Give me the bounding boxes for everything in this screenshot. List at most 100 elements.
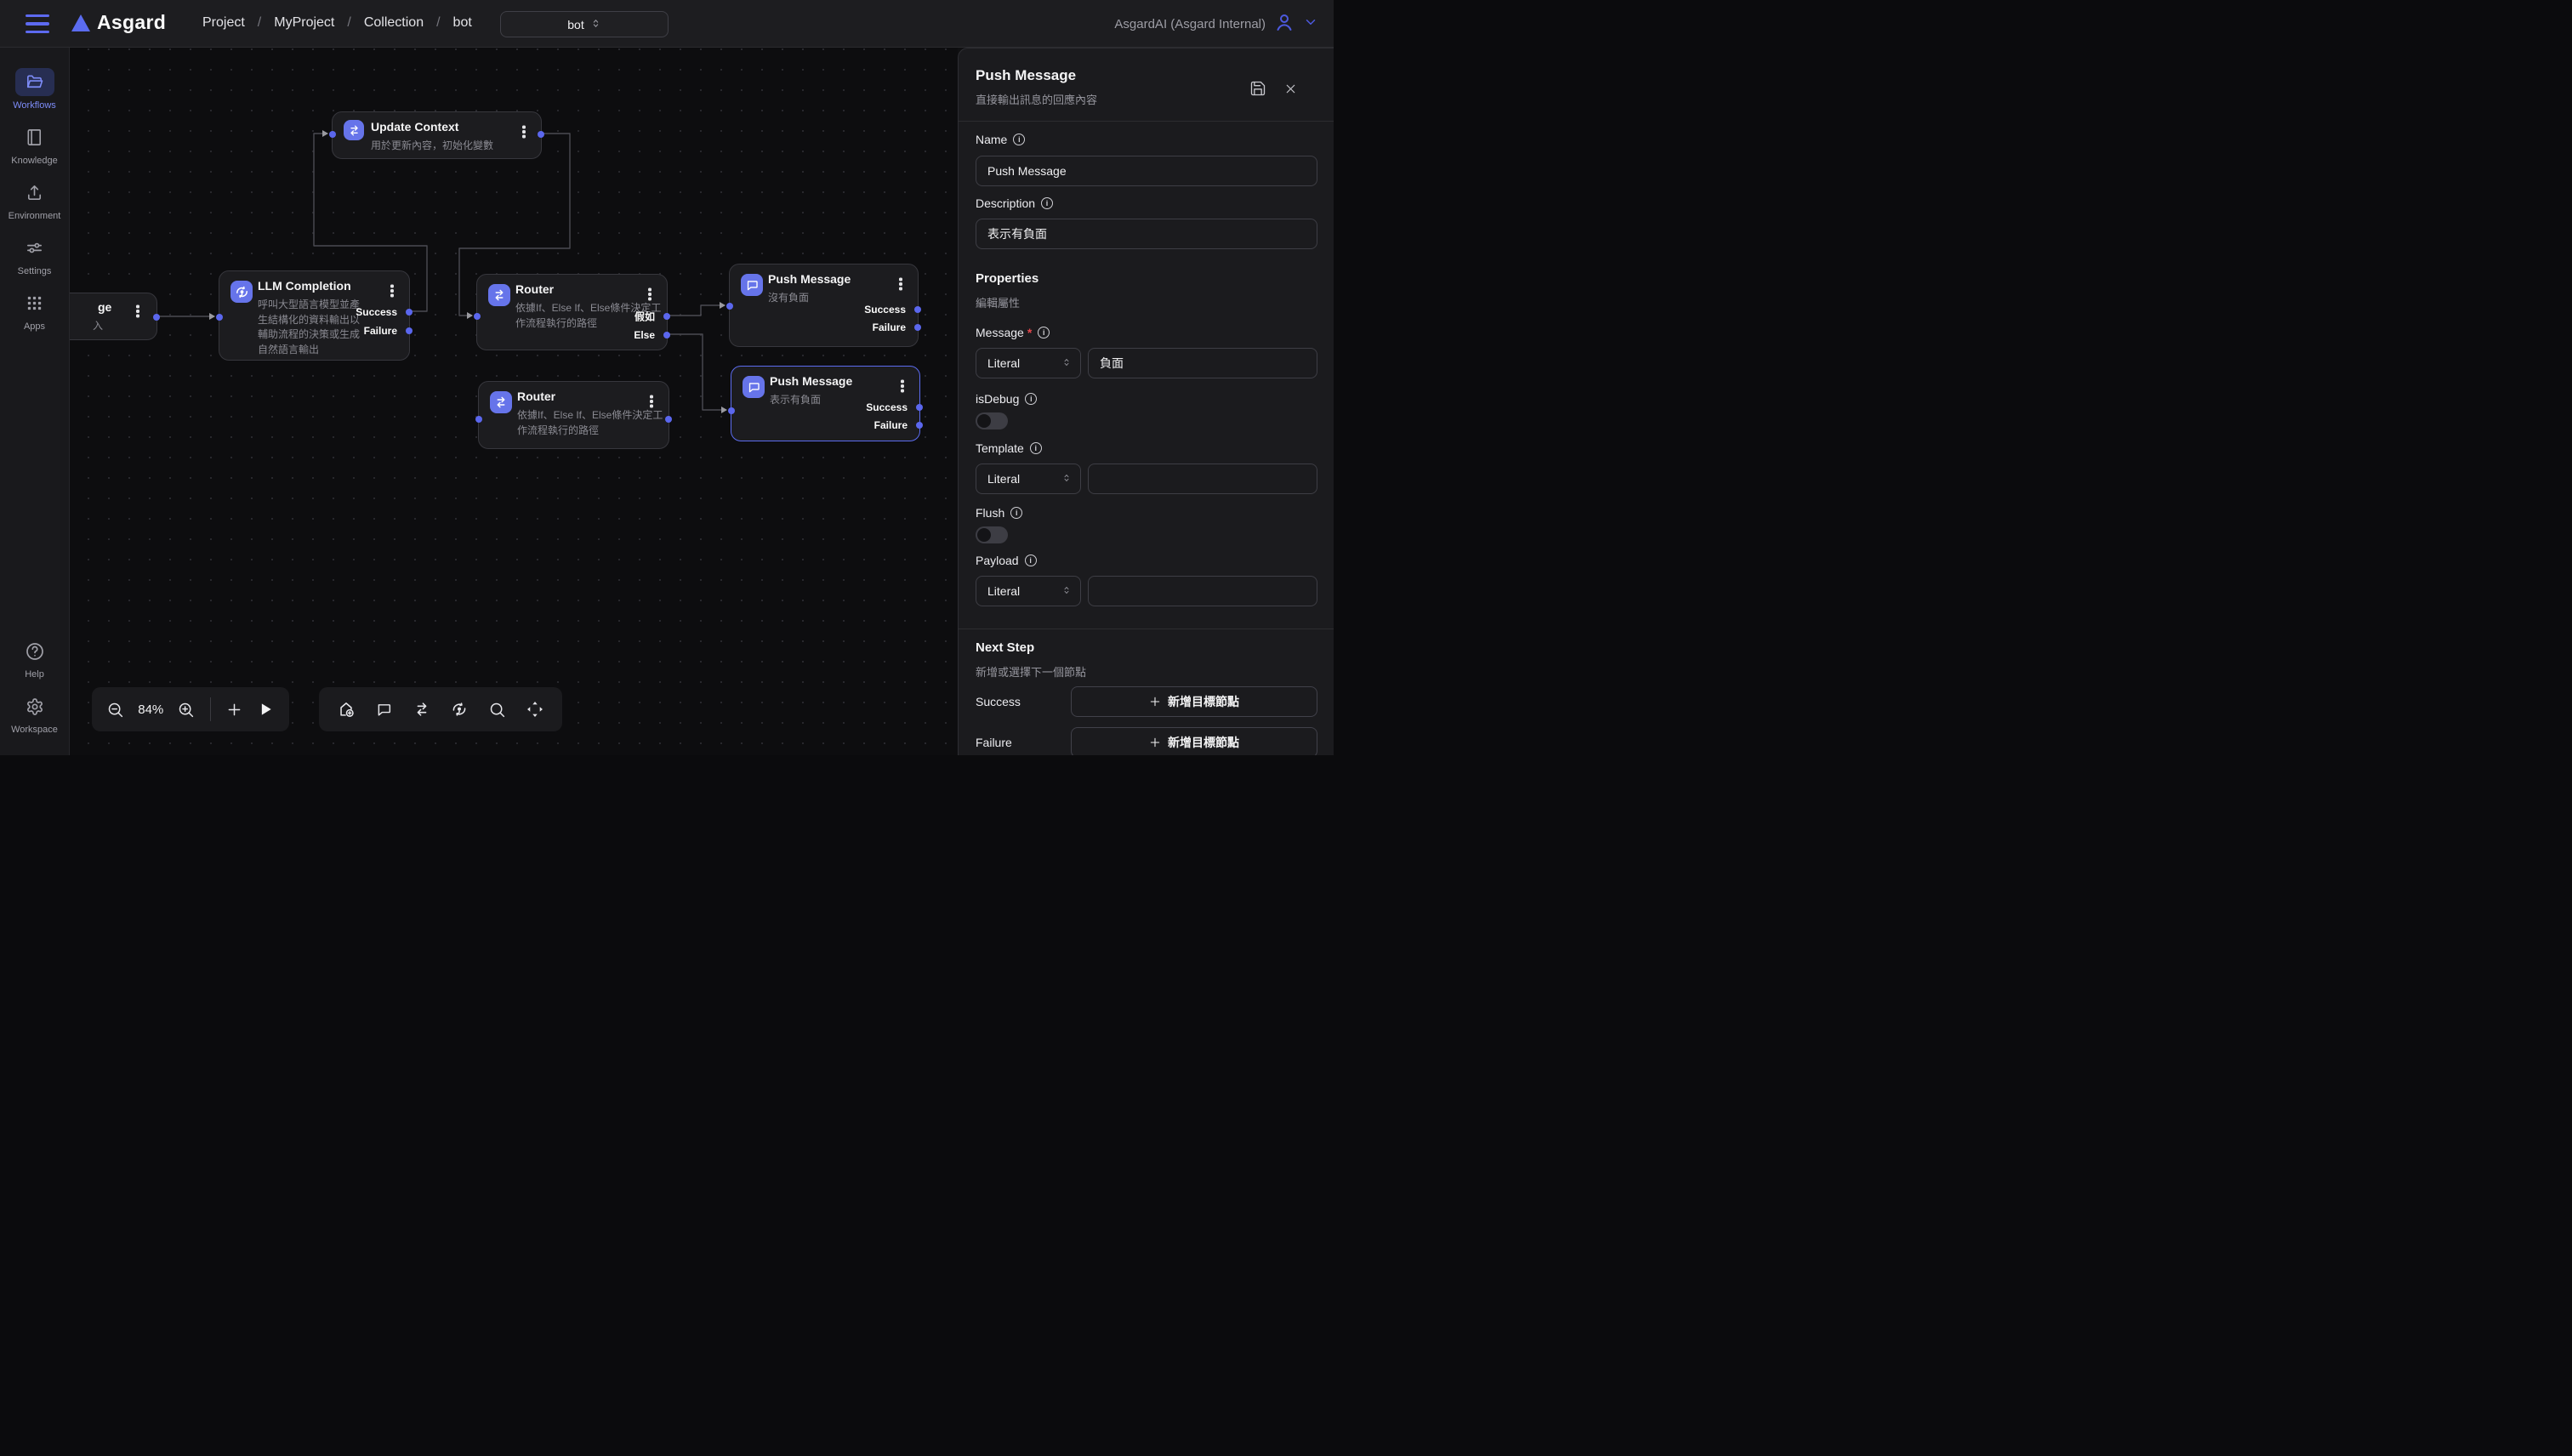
kebab-menu-icon[interactable]: [517, 124, 531, 139]
next-step-heading: Next Step: [976, 640, 1034, 655]
node-push-message-2[interactable]: Push Message 表示有負面 Success Failure: [731, 366, 920, 441]
info-icon[interactable]: [1013, 134, 1025, 145]
input-port[interactable]: [474, 313, 481, 320]
else-port[interactable]: [663, 332, 670, 338]
output-port[interactable]: [665, 416, 672, 423]
run-workflow-icon[interactable]: [254, 697, 277, 722]
success-port[interactable]: [914, 306, 921, 313]
node-clipped-message[interactable]: ge 入: [70, 293, 157, 340]
workflow-select[interactable]: bot: [500, 11, 669, 37]
sidebar-item-help[interactable]: Help: [2, 637, 68, 680]
flush-toggle[interactable]: [976, 526, 1008, 543]
breadcrumb-project[interactable]: Project: [202, 15, 245, 31]
node-router-1[interactable]: Router 依據If、Else If、Else條件決定工作流程執行的路徑 假如…: [476, 274, 668, 350]
sidebar-item-workflows[interactable]: Workflows: [2, 68, 68, 111]
failure-port[interactable]: [914, 324, 921, 331]
template-value-input[interactable]: [1088, 464, 1317, 494]
info-icon[interactable]: [1010, 507, 1022, 519]
breadcrumb-collection[interactable]: Collection: [364, 15, 424, 31]
llm-bulb-icon: [230, 281, 253, 303]
zoom-in-icon[interactable]: [174, 697, 197, 722]
failure-port[interactable]: [916, 422, 923, 429]
gear-icon: [15, 692, 54, 720]
sidebar-item-settings[interactable]: Settings: [2, 234, 68, 276]
node-llm-completion[interactable]: LLM Completion 呼叫大型語言模型並產生結構化的資料輸出以輔助流程的…: [219, 270, 410, 361]
panel-title: Push Message: [976, 67, 1076, 84]
template-type-select[interactable]: Literal: [976, 464, 1081, 494]
output-port[interactable]: [153, 314, 160, 321]
app-window: Asgard Project / MyProject / Collection …: [0, 0, 1334, 755]
kebab-menu-icon[interactable]: [645, 394, 658, 409]
failure-port[interactable]: [406, 327, 413, 334]
breadcrumb: Project / MyProject / Collection / bot: [202, 15, 472, 31]
isdebug-toggle[interactable]: [976, 412, 1008, 429]
toolbar-divider: [210, 697, 211, 721]
sidebar-item-workspace[interactable]: Workspace: [2, 692, 68, 735]
description-input[interactable]: 表示有負面: [976, 219, 1317, 249]
sidebar-item-knowledge[interactable]: Knowledge: [2, 123, 68, 166]
breadcrumb-myproject[interactable]: MyProject: [274, 15, 334, 31]
move-navigate-icon[interactable]: [522, 697, 548, 722]
apps-grid-icon: [15, 289, 54, 317]
breadcrumb-separator: /: [347, 15, 350, 31]
input-port[interactable]: [728, 407, 735, 414]
output-port[interactable]: [538, 131, 544, 138]
chevron-down-icon[interactable]: [1303, 14, 1318, 34]
message-type-select[interactable]: Literal: [976, 348, 1081, 378]
info-icon[interactable]: [1025, 555, 1037, 566]
node-push-message-1[interactable]: Push Message 沒有負面 Success Failure: [729, 264, 919, 347]
add-icon[interactable]: [222, 697, 245, 722]
input-port[interactable]: [726, 303, 733, 310]
input-port[interactable]: [329, 131, 336, 138]
success-port[interactable]: [406, 309, 413, 316]
kebab-menu-icon[interactable]: [896, 378, 909, 394]
sidebar-item-environment[interactable]: Environment: [2, 179, 68, 221]
save-icon[interactable]: [1249, 79, 1267, 98]
llm-node-icon[interactable]: [447, 697, 472, 722]
swap-arrows-icon: [490, 391, 512, 413]
info-icon[interactable]: [1041, 197, 1053, 209]
node-tools-toolbar: [319, 687, 562, 731]
payload-type-select[interactable]: Literal: [976, 576, 1081, 606]
info-icon[interactable]: [1025, 393, 1037, 405]
hamburger-menu-icon[interactable]: [26, 14, 49, 33]
name-input[interactable]: Push Message: [976, 156, 1317, 186]
chat-bubble-icon: [743, 376, 765, 398]
node-update-context[interactable]: Update Context 用於更新內容，初始化變數: [332, 111, 542, 159]
swap-arrows-icon: [488, 284, 510, 306]
node-router-2[interactable]: Router 依據If、Else If、Else條件決定工作流程執行的路徑: [478, 381, 669, 449]
sidebar-item-apps[interactable]: Apps: [2, 289, 68, 332]
input-port[interactable]: [216, 314, 223, 321]
message-node-icon[interactable]: [371, 697, 396, 722]
add-target-node-failure-button[interactable]: 新增目標節點: [1071, 727, 1317, 755]
user-icon[interactable]: [1274, 12, 1295, 37]
breadcrumb-bot[interactable]: bot: [453, 15, 472, 31]
add-target-node-success-button[interactable]: 新增目標節點: [1071, 686, 1317, 717]
chevrons-up-down-icon: [1061, 584, 1072, 598]
message-label: Message: [976, 326, 1050, 339]
info-icon[interactable]: [1030, 442, 1042, 454]
if-port[interactable]: [663, 313, 670, 320]
help-circle-icon: [15, 637, 54, 665]
kebab-menu-icon[interactable]: [643, 287, 657, 302]
workflow-canvas[interactable]: ge 入 Update Context 用於更新內容，初始化變數 LLM Com…: [70, 48, 958, 755]
search-icon[interactable]: [484, 697, 509, 722]
payload-value-input[interactable]: [1088, 576, 1317, 606]
success-port[interactable]: [916, 404, 923, 411]
description-label: Description: [976, 196, 1053, 210]
kebab-menu-icon[interactable]: [131, 304, 145, 319]
swap-arrows-node-icon[interactable]: [409, 697, 435, 722]
account-label: AsgardAI (Asgard Internal): [1114, 17, 1266, 31]
isdebug-label: isDebug: [976, 392, 1037, 406]
kebab-menu-icon[interactable]: [385, 283, 399, 299]
zoom-out-icon[interactable]: [104, 697, 127, 722]
node-properties-panel: Push Message 直接輸出訊息的回應內容 Name Push Messa…: [958, 48, 1334, 755]
payload-label: Payload: [976, 554, 1037, 567]
info-icon[interactable]: [1038, 327, 1050, 338]
chevrons-up-down-icon: [1061, 356, 1072, 370]
add-node-icon[interactable]: [333, 697, 359, 722]
close-icon[interactable]: [1281, 79, 1300, 98]
input-port[interactable]: [475, 416, 482, 423]
message-value-input[interactable]: 負面: [1088, 348, 1317, 378]
kebab-menu-icon[interactable]: [894, 276, 908, 292]
